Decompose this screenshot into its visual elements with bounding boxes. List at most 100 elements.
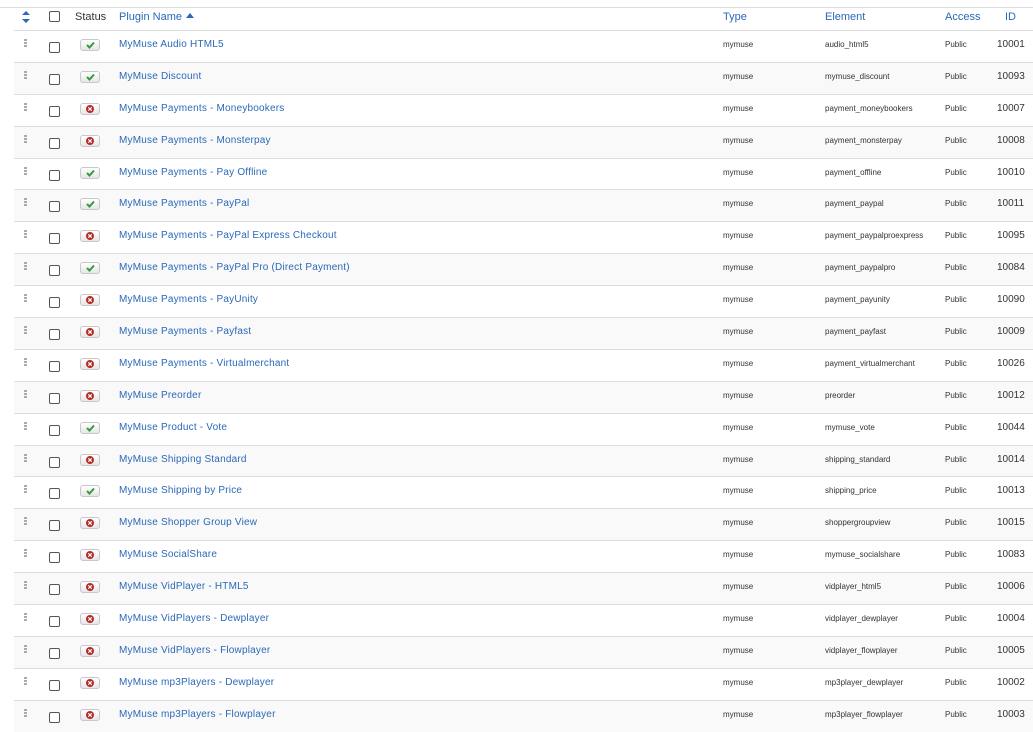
plugin-name-link[interactable]: MyMuse mp3Players - Dewplayer: [119, 677, 274, 688]
check-all-checkbox[interactable]: [49, 11, 60, 22]
row-checkbox[interactable]: [49, 137, 60, 149]
row-checkbox[interactable]: [49, 297, 60, 309]
plugin-name-link[interactable]: MyMuse Payments - PayPal Pro (Direct Pay…: [119, 262, 350, 273]
drag-handle-icon[interactable]: [24, 198, 27, 207]
row-checkbox[interactable]: [49, 679, 60, 691]
row-checkbox[interactable]: [49, 42, 60, 53]
plugin-name-link[interactable]: MyMuse Discount: [119, 71, 201, 82]
row-checkbox[interactable]: [49, 711, 60, 723]
drag-handle-icon[interactable]: [24, 166, 27, 176]
status-disabled-button[interactable]: [80, 326, 100, 339]
row-checkbox[interactable]: [49, 616, 60, 628]
drag-handle-icon[interactable]: [24, 39, 27, 48]
header-element[interactable]: Element: [825, 10, 865, 24]
status-enabled-button[interactable]: [80, 166, 100, 179]
drag-handle-icon[interactable]: [24, 613, 27, 622]
status-disabled-button[interactable]: [80, 644, 100, 657]
status-disabled-button[interactable]: [80, 517, 100, 530]
status-enabled-button[interactable]: [80, 262, 100, 275]
header-type[interactable]: Type: [723, 10, 747, 24]
drag-handle-icon[interactable]: [24, 134, 27, 144]
row-checkbox[interactable]: [49, 201, 60, 213]
status-disabled-button[interactable]: [80, 389, 100, 402]
drag-handle-icon[interactable]: [24, 262, 27, 271]
plugin-name-link[interactable]: MyMuse Payments - PayUnity: [119, 294, 258, 305]
status-enabled-button[interactable]: [80, 198, 100, 211]
drag-handle-icon[interactable]: [24, 389, 27, 399]
drag-handle-icon[interactable]: [24, 294, 27, 303]
checkmark-icon: [86, 169, 95, 177]
row-checkbox[interactable]: [49, 552, 60, 564]
drag-handle-icon[interactable]: [24, 230, 27, 239]
plugin-element: mymuse_discount: [825, 71, 890, 81]
row-checkbox[interactable]: [49, 584, 60, 596]
plugin-name-link[interactable]: MyMuse Payments - Pay Offline: [119, 167, 267, 178]
drag-handle-icon[interactable]: [24, 102, 27, 112]
row-checkbox[interactable]: [49, 265, 60, 277]
status-disabled-button[interactable]: [80, 102, 100, 115]
drag-handle-icon[interactable]: [24, 676, 27, 686]
drag-handle-icon[interactable]: [24, 453, 27, 463]
status-disabled-button[interactable]: [80, 613, 100, 626]
header-status[interactable]: Status: [75, 10, 106, 24]
plugin-name-link[interactable]: MyMuse Shipping by Price: [119, 485, 242, 496]
row-checkbox[interactable]: [49, 488, 60, 500]
row-checkbox[interactable]: [49, 647, 60, 659]
plugin-name-link[interactable]: MyMuse Product - Vote: [119, 422, 227, 433]
drag-handle-icon[interactable]: [24, 70, 27, 80]
status-disabled-button[interactable]: [80, 708, 100, 721]
drag-handle-icon[interactable]: [24, 326, 27, 335]
plugin-name-link[interactable]: MyMuse Payments - Virtualmerchant: [119, 358, 289, 369]
drag-handle-icon[interactable]: [24, 421, 27, 431]
plugin-name-link[interactable]: MyMuse VidPlayers - Flowplayer: [119, 645, 270, 656]
drag-handle-icon[interactable]: [24, 644, 27, 654]
plugin-name-link[interactable]: MyMuse Payments - Payfast: [119, 326, 251, 337]
plugin-name-link[interactable]: MyMuse Payments - PayPal Express Checkou…: [119, 230, 337, 241]
row-checkbox[interactable]: [49, 233, 60, 245]
plugin-name-link[interactable]: MyMuse Shipping Standard: [119, 454, 247, 465]
plugin-name-link[interactable]: MyMuse VidPlayers - Dewplayer: [119, 613, 269, 624]
status-disabled-button[interactable]: [80, 134, 100, 147]
plugin-name-link[interactable]: MyMuse SocialShare: [119, 549, 217, 560]
plugin-name-link[interactable]: MyMuse mp3Players - Flowplayer: [119, 709, 276, 720]
status-disabled-button[interactable]: [80, 357, 100, 370]
header-access[interactable]: Access: [945, 10, 980, 24]
drag-handle-icon[interactable]: [24, 581, 27, 590]
row-checkbox[interactable]: [49, 392, 60, 404]
status-disabled-button[interactable]: [80, 676, 100, 689]
ordering-sort-icon[interactable]: [21, 11, 31, 23]
header-plugin-name[interactable]: Plugin Name: [119, 10, 194, 24]
row-checkbox[interactable]: [49, 456, 60, 468]
status-enabled-button[interactable]: [80, 421, 100, 434]
status-disabled-button[interactable]: [80, 581, 100, 594]
status-enabled-button[interactable]: [80, 70, 100, 83]
row-checkbox[interactable]: [49, 73, 60, 85]
row-checkbox[interactable]: [49, 360, 60, 372]
plugin-name-link[interactable]: MyMuse Preorder: [119, 390, 201, 401]
plugin-type: mymuse: [723, 518, 754, 528]
plugin-name-link[interactable]: MyMuse VidPlayer - HTML5: [119, 581, 249, 592]
row-checkbox[interactable]: [49, 424, 60, 436]
header-id[interactable]: ID: [1005, 10, 1016, 24]
plugin-name-link[interactable]: MyMuse Payments - Moneybookers: [119, 103, 285, 114]
status-disabled-button[interactable]: [80, 230, 100, 243]
status-enabled-button[interactable]: [80, 485, 100, 498]
row-checkbox[interactable]: [49, 105, 60, 117]
plugin-name-link[interactable]: MyMuse Payments - Monsterpay: [119, 135, 271, 146]
row-checkbox[interactable]: [49, 520, 60, 532]
status-disabled-button[interactable]: [80, 294, 100, 307]
plugin-name-link[interactable]: MyMuse Audio HTML5: [119, 39, 224, 50]
drag-handle-icon[interactable]: [24, 485, 27, 494]
plugin-element: vidplayer_html5: [825, 582, 882, 592]
plugin-name-link[interactable]: MyMuse Shopper Group View: [119, 517, 257, 528]
status-enabled-button[interactable]: [80, 39, 100, 51]
row-checkbox[interactable]: [49, 329, 60, 341]
drag-handle-icon[interactable]: [24, 517, 27, 526]
row-checkbox[interactable]: [49, 169, 60, 181]
plugin-name-link[interactable]: MyMuse Payments - PayPal: [119, 198, 249, 209]
drag-handle-icon[interactable]: [24, 708, 27, 718]
drag-handle-icon[interactable]: [24, 549, 27, 558]
status-disabled-button[interactable]: [80, 453, 100, 466]
status-disabled-button[interactable]: [80, 549, 100, 562]
drag-handle-icon[interactable]: [24, 357, 27, 367]
